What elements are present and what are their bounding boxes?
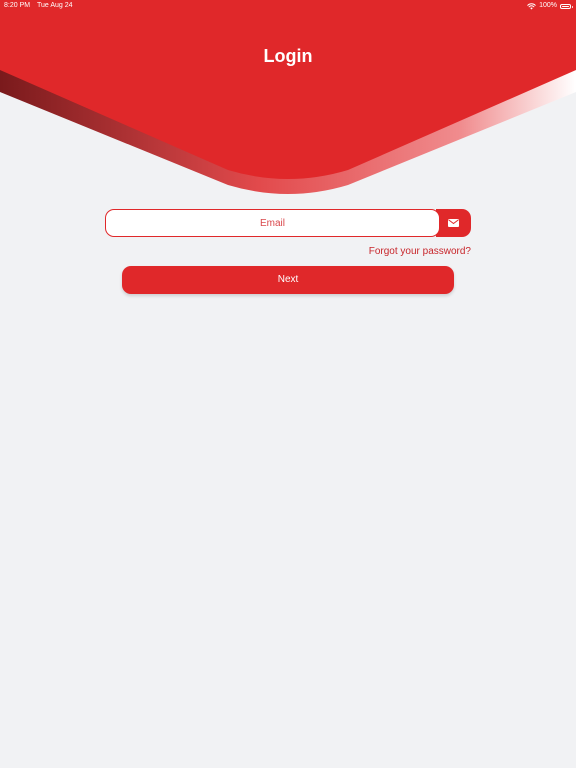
battery-level [562, 5, 569, 7]
status-date: Tue Aug 24 [37, 2, 73, 9]
header-red-shape [0, 0, 576, 179]
email-icon-button [436, 209, 471, 237]
battery-percent: 100% [539, 2, 557, 9]
battery-icon [560, 3, 573, 9]
wifi-icon [527, 2, 536, 10]
next-button[interactable]: Next [122, 266, 454, 294]
header-background [0, 0, 576, 194]
email-field-group [105, 209, 471, 237]
status-bar: 8:20 PM Tue Aug 24 100% [0, 0, 576, 12]
status-right: 100% [527, 0, 573, 12]
envelope-icon [448, 219, 459, 227]
status-time: 8:20 PM [4, 2, 31, 9]
page-title: Login [263, 46, 313, 66]
forgot-password-link[interactable]: Forgot your password? [369, 245, 471, 258]
email-input[interactable] [105, 209, 440, 237]
